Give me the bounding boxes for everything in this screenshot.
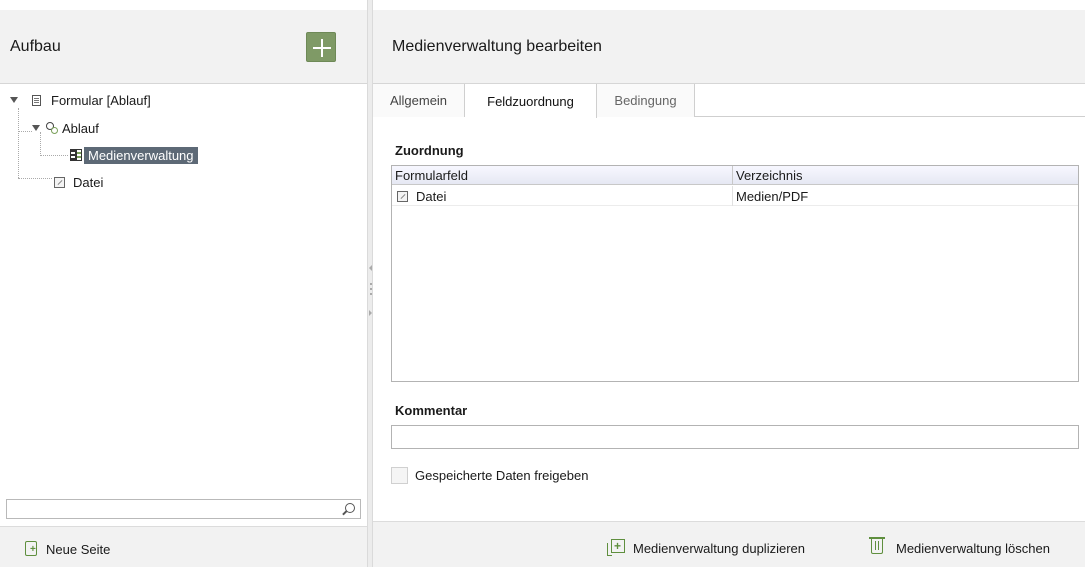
search-icon[interactable]	[345, 503, 355, 513]
tree-connector	[18, 108, 19, 178]
column-divider	[732, 186, 733, 206]
tab-condition[interactable]: Bedingung	[597, 84, 695, 117]
tree-item-label: Ablauf	[62, 120, 99, 136]
tab-field-mapping[interactable]: Feldzuordnung	[465, 84, 597, 118]
mapping-table[interactable]: Formularfeld Verzeichnis Datei Medien/PD…	[391, 165, 1079, 382]
tree-item-file[interactable]: Datei	[54, 172, 103, 192]
release-data-label[interactable]: Gespeicherte Daten freigeben	[415, 468, 588, 483]
tree-connector	[18, 131, 32, 132]
new-page-icon[interactable]	[25, 541, 37, 556]
trash-icon[interactable]	[869, 537, 885, 554]
tree-connector	[40, 155, 68, 156]
editor-header: Medienverwaltung bearbeiten	[373, 10, 1085, 84]
tree-item-label: Formular [Ablauf]	[51, 92, 151, 108]
editor-footer: Medienverwaltung duplizieren Medienverwa…	[373, 521, 1085, 567]
release-data-checkbox[interactable]	[391, 467, 408, 484]
tab-label: Bedingung	[614, 93, 677, 108]
file-field-icon	[397, 191, 408, 202]
structure-header: Aufbau	[0, 10, 367, 84]
column-header-directory[interactable]: Verzeichnis	[736, 168, 802, 183]
duplicate-icon[interactable]	[607, 539, 625, 556]
tree-connector	[18, 178, 52, 179]
tree-item-label: Medienverwaltung	[84, 146, 198, 164]
cell-form-field: Datei	[397, 189, 446, 204]
duplicate-button[interactable]: Medienverwaltung duplizieren	[633, 541, 805, 556]
tree-item-flow[interactable]: Ablauf	[32, 118, 99, 138]
column-divider	[732, 166, 733, 185]
table-header: Formularfeld Verzeichnis	[392, 166, 1078, 185]
tab-general[interactable]: Allgemein	[373, 84, 465, 117]
comment-field[interactable]	[391, 425, 1079, 449]
table-row[interactable]: Datei Medien/PDF	[392, 186, 1078, 206]
tab-label: Feldzuordnung	[487, 93, 574, 109]
expand-arrow-icon[interactable]	[10, 97, 18, 103]
column-header-form-field[interactable]: Formularfeld	[395, 168, 468, 183]
comment-section-title: Kommentar	[395, 403, 468, 418]
editor-panel: Medienverwaltung bearbeiten Allgemein Fe…	[373, 0, 1085, 567]
add-button[interactable]	[306, 32, 336, 62]
tree-item-media-management[interactable]: Medienverwaltung	[70, 145, 198, 165]
structure-panel: Aufbau Formular [Ablauf] Ablauf Medienve…	[0, 0, 367, 567]
structure-title: Aufbau	[10, 38, 61, 55]
gear-icon	[46, 122, 58, 134]
new-page-button[interactable]: Neue Seite	[46, 542, 110, 557]
mapping-section-title: Zuordnung	[395, 143, 464, 158]
file-field-icon	[54, 176, 65, 188]
grip-dot	[370, 283, 372, 285]
cell-text: Datei	[416, 189, 447, 204]
expand-arrow-icon[interactable]	[32, 125, 40, 131]
structure-footer: Neue Seite	[0, 526, 367, 567]
tree-item-label: Datei	[73, 174, 104, 190]
delete-button[interactable]: Medienverwaltung löschen	[896, 541, 1050, 556]
cell-directory[interactable]: Medien/PDF	[736, 189, 808, 204]
tree-search	[6, 499, 361, 519]
media-management-icon	[70, 149, 82, 161]
tree-item-form[interactable]: Formular [Ablauf]	[10, 90, 151, 110]
grip-dot	[370, 293, 372, 295]
collapse-right-icon[interactable]	[369, 310, 372, 316]
tab-label: Allgemein	[389, 93, 448, 108]
grip-dot	[370, 288, 372, 290]
tab-bar: Allgemein Feldzuordnung Bedingung	[373, 84, 1085, 118]
page-title: Medienverwaltung bearbeiten	[392, 38, 602, 55]
search-input[interactable]	[11, 501, 331, 517]
form-document-icon	[32, 94, 41, 106]
collapse-left-icon[interactable]	[369, 265, 372, 271]
